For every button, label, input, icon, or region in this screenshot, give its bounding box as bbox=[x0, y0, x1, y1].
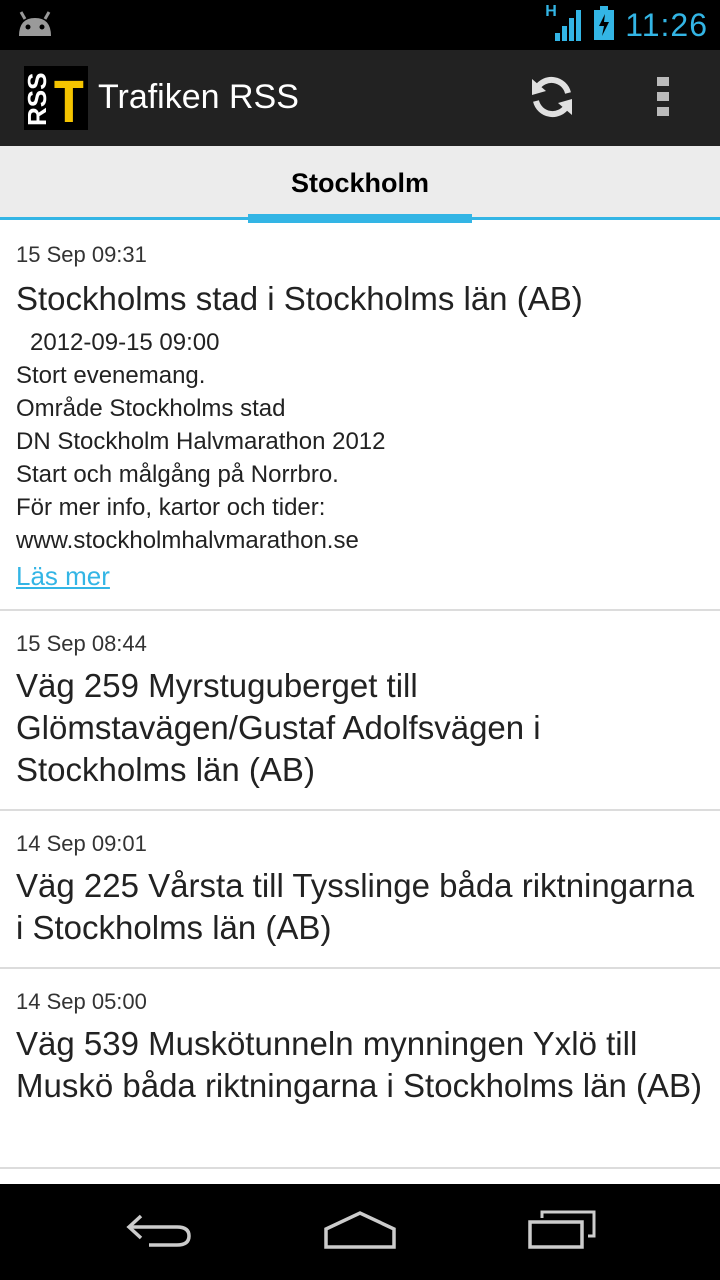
item-title: Väg 259 Myrstuguberget till Glömstavägen… bbox=[16, 667, 541, 788]
app-icon[interactable]: RSS T bbox=[22, 66, 88, 136]
item-date: 15 Sep 09:31 bbox=[16, 242, 147, 267]
recent-apps-button[interactable] bbox=[502, 1202, 622, 1262]
tab-bar: Stockholm bbox=[0, 146, 720, 223]
item-date: 15 Sep 08:44 bbox=[16, 631, 147, 656]
back-icon bbox=[125, 1210, 195, 1255]
app-icon-rss-text: RSS bbox=[24, 73, 52, 126]
item-date: 14 Sep 05:00 bbox=[16, 989, 147, 1014]
signal-icon: H bbox=[545, 3, 583, 43]
navigation-bar bbox=[0, 1184, 720, 1280]
item-body-line: För mer info, kartor och tider: bbox=[16, 494, 326, 521]
item-body-line: Stort evenemang. bbox=[16, 362, 206, 389]
android-notification-icon bbox=[16, 10, 54, 43]
home-button[interactable] bbox=[300, 1202, 420, 1262]
item-title: Väg 539 Muskötunneln mynningen Yxlö till… bbox=[16, 1025, 702, 1104]
tab-stockholm[interactable]: Stockholm bbox=[248, 146, 472, 223]
refresh-button[interactable] bbox=[522, 72, 582, 126]
item-title: Väg 225 Vårsta till Tysslinge båda riktn… bbox=[16, 867, 695, 946]
item-timestamp: 2012-09-15 09:00 bbox=[30, 329, 220, 356]
feed-item[interactable]: 14 Sep 09:01 Väg 225 Vårsta till Tysslin… bbox=[0, 811, 720, 969]
app-title: Trafiken RSS bbox=[98, 78, 299, 116]
item-date: 14 Sep 09:01 bbox=[16, 831, 147, 856]
feed-list[interactable]: 15 Sep 09:31 Stockholms stad i Stockholm… bbox=[0, 222, 720, 1169]
feed-item[interactable]: 14 Sep 05:00 Väg 539 Muskötunneln mynnin… bbox=[0, 969, 720, 1169]
home-icon bbox=[322, 1209, 398, 1256]
refresh-icon bbox=[528, 73, 576, 126]
tab-label: Stockholm bbox=[290, 168, 430, 198]
item-body-line: Område Stockholms stad bbox=[16, 395, 286, 422]
item-body-line: DN Stockholm Halvmarathon 2012 bbox=[16, 428, 386, 455]
feed-item[interactable]: 15 Sep 08:44 Väg 259 Myrstuguberget till… bbox=[0, 611, 720, 811]
status-bar: H 11:26 bbox=[0, 0, 720, 50]
feed-item[interactable]: 15 Sep 09:31 Stockholms stad i Stockholm… bbox=[0, 222, 720, 611]
item-body-line: Start och målgång på Norrbro. bbox=[16, 461, 339, 488]
action-bar: RSS T Trafiken RSS bbox=[0, 50, 720, 146]
back-button[interactable] bbox=[100, 1202, 220, 1262]
app-icon-t-text: T bbox=[52, 71, 86, 130]
item-body-line: www.stockholmhalvmarathon.se bbox=[16, 527, 359, 554]
battery-charging-icon bbox=[593, 5, 615, 46]
item-title: Stockholms stad i Stockholms län (AB) bbox=[16, 280, 583, 317]
recent-apps-icon bbox=[526, 1210, 598, 1255]
overflow-menu-button[interactable] bbox=[640, 72, 686, 126]
status-time: 11:26 bbox=[625, 6, 708, 43]
read-more-link[interactable]: Läs mer bbox=[16, 561, 110, 592]
overflow-menu-icon bbox=[656, 76, 670, 123]
